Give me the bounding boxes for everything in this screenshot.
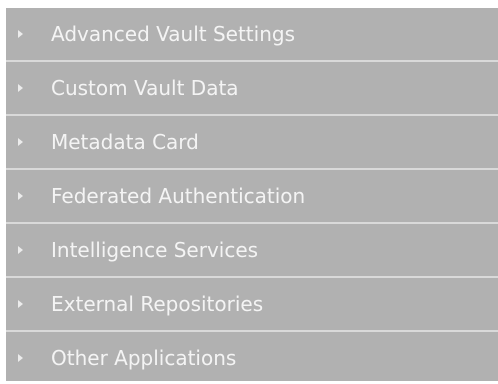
expand-arrow-icon[interactable]: [18, 138, 23, 146]
tree-item-label: Other Applications: [51, 346, 237, 370]
expand-arrow-icon[interactable]: [18, 300, 23, 308]
expand-arrow-icon[interactable]: [18, 246, 23, 254]
tree-item-intelligence-services[interactable]: Intelligence Services: [6, 224, 498, 278]
tree-item-label: Intelligence Services: [51, 238, 259, 262]
tree-item-metadata-card[interactable]: Metadata Card: [6, 116, 498, 170]
navigation-tree: Advanced Vault Settings Custom Vault Dat…: [6, 8, 498, 381]
expand-arrow-icon[interactable]: [18, 30, 23, 38]
tree-item-label: Federated Authentication: [51, 184, 306, 208]
tree-item-other-applications[interactable]: Other Applications: [6, 332, 498, 384]
expand-arrow-icon[interactable]: [18, 84, 23, 92]
tree-item-custom-vault-data[interactable]: Custom Vault Data: [6, 62, 498, 116]
tree-item-federated-authentication[interactable]: Federated Authentication: [6, 170, 498, 224]
tree-item-external-repositories[interactable]: External Repositories: [6, 278, 498, 332]
tree-item-label: Advanced Vault Settings: [51, 22, 295, 46]
tree-item-label: Metadata Card: [51, 130, 199, 154]
tree-item-label: External Repositories: [51, 292, 264, 316]
expand-arrow-icon[interactable]: [18, 354, 23, 362]
expand-arrow-icon[interactable]: [18, 192, 23, 200]
tree-item-advanced-vault-settings[interactable]: Advanced Vault Settings: [6, 8, 498, 62]
tree-item-label: Custom Vault Data: [51, 76, 239, 100]
